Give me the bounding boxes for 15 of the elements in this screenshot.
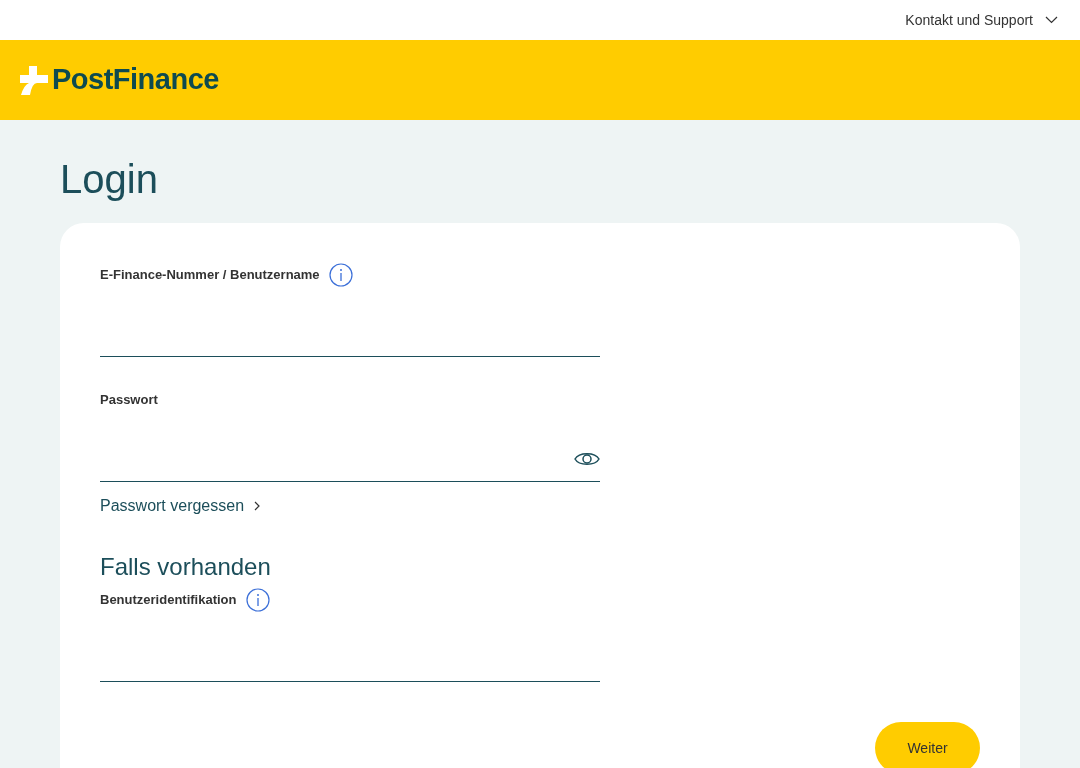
eye-icon[interactable] — [574, 450, 600, 468]
support-link[interactable]: Kontakt und Support — [905, 9, 1058, 31]
field-label: Benutzeridentifikation — [100, 591, 237, 610]
info-icon[interactable] — [328, 263, 353, 287]
field-label: Passwort — [100, 391, 158, 410]
chevron-down-icon — [1045, 16, 1058, 24]
continue-button[interactable]: Weiter — [875, 722, 980, 768]
chevron-right-icon — [254, 501, 261, 511]
logo-text: PostFinance — [52, 62, 219, 98]
cross-logo-icon — [20, 65, 48, 95]
page-title: Login — [60, 156, 159, 203]
section-heading: Falls vorhanden — [100, 552, 272, 582]
field-label: E-Finance-Nummer / Benutzername — [100, 266, 320, 285]
forgot-password-link[interactable]: Passwort vergessen — [100, 494, 261, 518]
info-icon[interactable] — [245, 588, 270, 612]
